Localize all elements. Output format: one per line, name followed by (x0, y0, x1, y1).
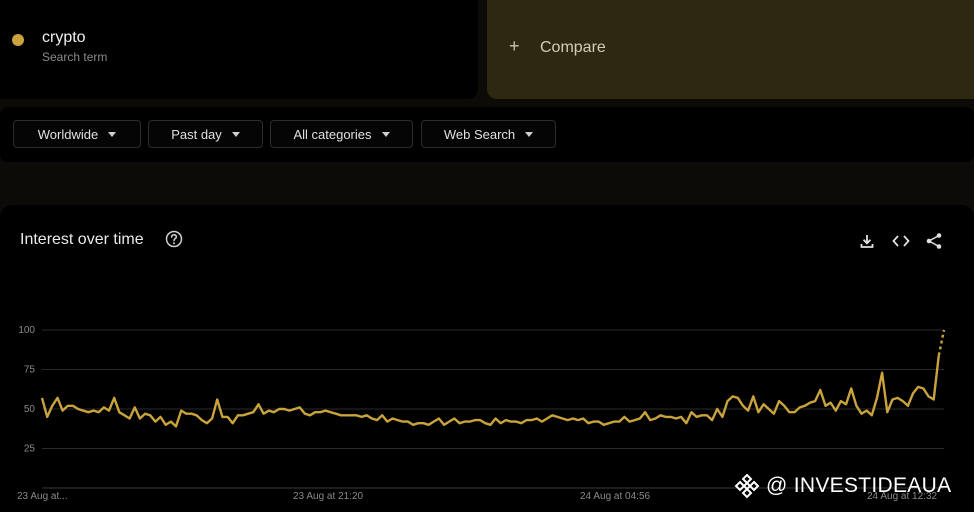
watermark-text: @ INVESTIDEAUA (766, 474, 952, 497)
search-term-card[interactable]: crypto Search term (0, 0, 478, 99)
interest-over-time-card: 25 50 75 100 23 Aug at... 23 Aug at 21:20 24 A… (0, 205, 974, 512)
y-tick-label: 75 (24, 365, 36, 376)
search-term-name: crypto (42, 29, 86, 46)
diamond-logo-icon (734, 473, 760, 499)
x-tick-label: 23 Aug at... (17, 491, 68, 502)
series-line-partial-segment (937, 329, 946, 356)
compare-button[interactable]: + Compare (487, 0, 974, 99)
plus-icon: + (509, 36, 520, 56)
share-icon[interactable] (925, 232, 943, 250)
line-chart: 25 50 75 100 23 Aug at... 23 Aug at 21:20 24 A… (17, 325, 946, 502)
search-type-dropdown[interactable]: Web Search (421, 120, 556, 148)
location-dropdown-label: Worldwide (37, 126, 99, 142)
series-color-dot (12, 34, 24, 46)
help-icon[interactable] (165, 230, 183, 248)
y-tick-label: 25 (24, 444, 36, 455)
compare-label: Compare (540, 39, 606, 56)
embed-code-icon[interactable] (891, 232, 911, 250)
filter-bar: Worldwide Past day All categories Web Se… (0, 107, 974, 162)
caret-down-icon (381, 132, 390, 137)
time-range-dropdown[interactable]: Past day (148, 120, 263, 148)
category-dropdown[interactable]: All categories (270, 120, 413, 148)
category-dropdown-label: All categories (293, 126, 372, 142)
y-tick-label: 50 (24, 404, 36, 415)
search-type-dropdown-label: Web Search (443, 126, 516, 142)
download-icon[interactable] (858, 232, 876, 250)
location-dropdown[interactable]: Worldwide (13, 120, 141, 148)
caret-down-icon (231, 132, 240, 137)
caret-down-icon (108, 132, 117, 137)
x-tick-label: 23 Aug at 21:20 (293, 491, 364, 502)
x-tick-label: 24 Aug at 04:56 (580, 491, 651, 502)
watermark: @ INVESTIDEAUA (734, 473, 952, 499)
time-range-dropdown-label: Past day (171, 126, 222, 142)
caret-down-icon (525, 132, 534, 137)
y-tick-label: 100 (18, 325, 35, 336)
series-line-crypto (40, 355, 940, 428)
chart-title: Interest over time (20, 231, 144, 248)
search-term-subtitle: Search term (42, 50, 108, 64)
